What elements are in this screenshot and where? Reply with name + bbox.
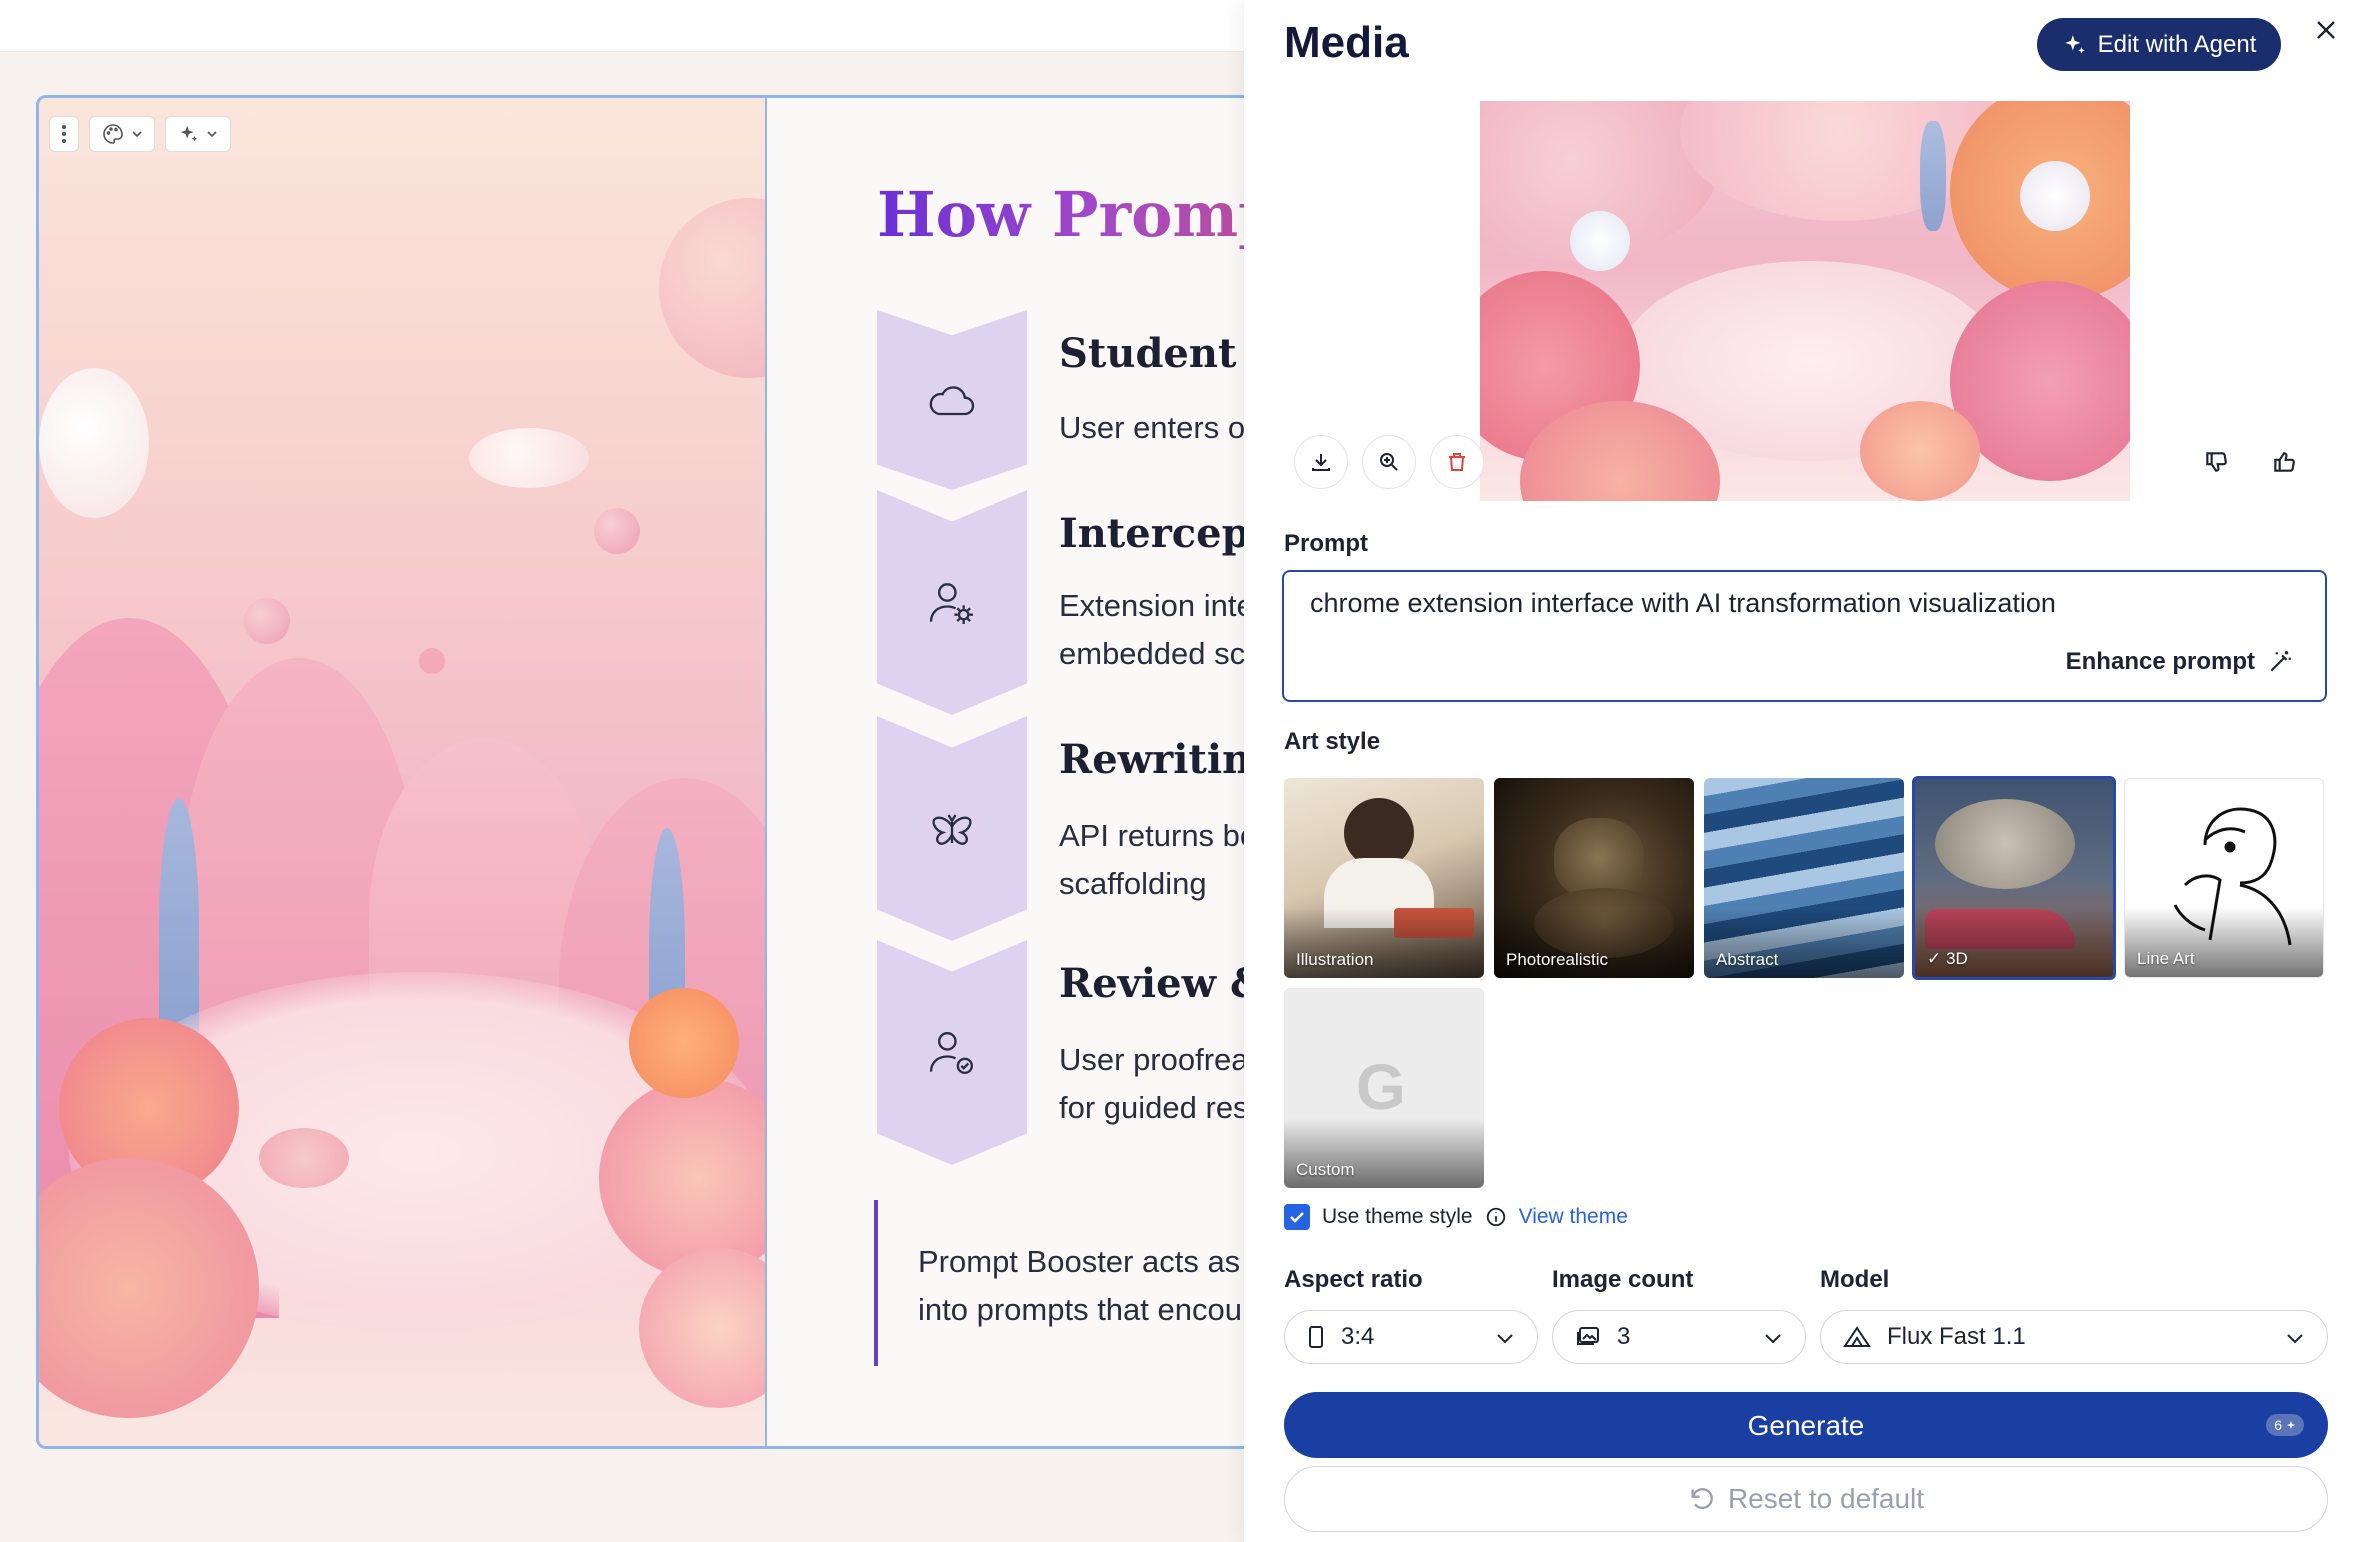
user-gear-icon [929,582,973,624]
edit-with-agent-button[interactable]: Edit with Agent [2037,18,2281,71]
style-label-3d: ✓ 3D [1927,949,1968,968]
style-option-photorealistic[interactable]: Photorealistic [1494,778,1694,978]
portrait-icon [1309,1326,1323,1348]
sparkle-icon [180,125,198,142]
prompt-value[interactable]: chrome extension interface with AI trans… [1310,588,2056,619]
chevron-down-icon [132,131,142,138]
check-icon: ✓ [1927,949,1942,968]
download-button[interactable] [1294,435,1348,489]
palette-icon [103,124,123,144]
model-value: Flux Fast 1.1 [1887,1323,2026,1350]
sparkle-icon [2286,1420,2296,1430]
style-label: Photorealistic [1506,950,1609,969]
generated-image[interactable] [1480,101,2130,501]
thumbs-up-button[interactable] [2264,437,2304,487]
style-label: Line Art [2137,949,2195,968]
info-icon[interactable] [1485,1206,1507,1228]
zoom-button[interactable] [1362,435,1416,489]
style-option-3d[interactable]: ✓ 3D [1912,776,2116,980]
palette-menu-button[interactable] [89,116,155,152]
butterfly-icon [932,813,972,845]
thumbs-down-icon [2206,452,2227,472]
art-style-label: Art style [1284,728,1381,755]
style-label: Illustration [1296,950,1374,969]
reset-to-default-button[interactable]: Reset to default [1284,1466,2328,1532]
step-chevron [877,310,1027,490]
custom-logo-icon: G [1356,1051,1406,1123]
sparkle-icon [2064,34,2085,54]
cloud-icon [929,386,975,416]
magic-wand-icon [2270,651,2291,672]
generate-button[interactable]: Generate 6 [1284,1392,2328,1458]
zoom-in-icon [1380,453,1398,471]
delete-button[interactable] [1430,435,1484,489]
model-triangle-icon [1843,1326,1871,1347]
view-theme-link[interactable]: View theme [1519,1205,1628,1229]
style-option-line-art[interactable]: Line Art [2124,778,2324,978]
prompt-input[interactable]: chrome extension interface with AI trans… [1282,570,2327,702]
image-count-value: 3 [1617,1323,1631,1350]
edit-with-agent-label: Edit with Agent [2097,30,2257,58]
images-icon [1577,1327,1599,1345]
chevron-down-icon [207,131,217,138]
enhance-prompt-button[interactable]: Enhance prompt [2066,648,2293,676]
style-option-illustration[interactable]: Illustration [1284,778,1484,978]
slide-toolbar [49,116,231,152]
user-check-icon [929,1031,973,1074]
chevron-down-icon [1497,1334,1513,1344]
aspect-ratio-value: 3:4 [1341,1323,1375,1350]
use-theme-checkbox[interactable] [1284,1204,1310,1230]
panel-title: Media [1284,18,1409,67]
image-actions [1294,435,1484,489]
image-count-label: Image count [1552,1266,1694,1293]
use-theme-style-row: Use theme style View theme [1284,1204,1628,1230]
more-vertical-icon[interactable] [49,116,79,152]
editor-top-bar [0,0,1244,52]
credit-count: 6 [2274,1417,2282,1433]
model-select[interactable]: Flux Fast 1.1 [1820,1310,2328,1364]
step-chevron [877,940,1027,1165]
generate-label: Generate [1747,1410,1865,1441]
slide-image[interactable] [39,98,765,1446]
step-chevron [877,716,1027,941]
thumbs-up-icon [2274,452,2295,472]
style-label: Custom [1296,1160,1355,1179]
aspect-ratio-label: Aspect ratio [1284,1266,1423,1293]
ai-menu-button[interactable] [165,116,231,152]
style-option-abstract[interactable]: Abstract [1704,778,1904,978]
reset-label: Reset to default [1727,1483,1925,1514]
undo-icon [1691,1488,1713,1510]
use-theme-label: Use theme style [1322,1205,1473,1228]
slide[interactable]: How Prompt Student In User enters or Int… [36,95,1336,1449]
credit-badge: 6 [2266,1414,2304,1436]
trash-icon [1449,453,1465,471]
check-icon [1290,1212,1304,1223]
image-count-select[interactable]: 3 [1552,1310,1806,1364]
style-option-custom[interactable]: G Custom [1284,988,1484,1188]
download-icon [1312,454,1330,471]
chevron-down-icon [2287,1334,2303,1344]
media-panel: Media Edit with Agent Prompt chrome exte… [1244,0,2356,1542]
model-label: Model [1820,1266,1890,1293]
step-chevron [877,490,1027,715]
aspect-ratio-select[interactable]: 3:4 [1284,1310,1538,1364]
thumbs-down-button[interactable] [2196,437,2236,487]
close-icon[interactable] [2308,12,2344,48]
prompt-label: Prompt [1284,530,1368,557]
image-feedback [2196,437,2304,487]
style-label: Abstract [1716,950,1779,969]
chevron-down-icon [1765,1334,1781,1344]
enhance-prompt-label: Enhance prompt [2065,648,2255,675]
